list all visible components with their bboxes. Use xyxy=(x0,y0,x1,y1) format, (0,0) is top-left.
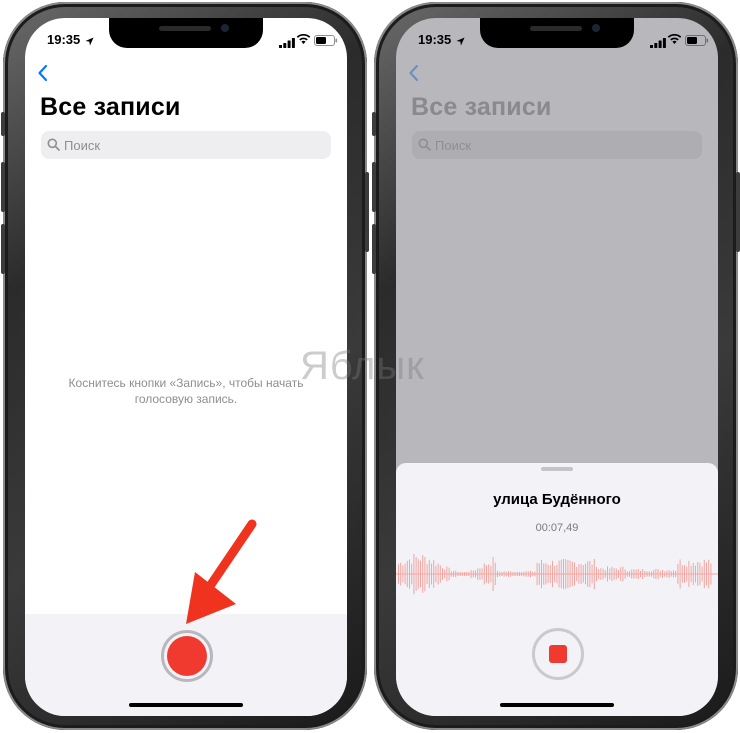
red-arrow-icon xyxy=(168,512,268,637)
location-arrow-icon xyxy=(85,33,94,51)
cellular-signal-icon xyxy=(279,35,295,53)
volume-up-button xyxy=(372,162,376,212)
speaker-grille xyxy=(159,26,211,31)
side-button xyxy=(365,172,369,252)
sheet-grabber[interactable] xyxy=(541,467,573,471)
location-arrow-icon xyxy=(456,33,465,51)
home-indicator[interactable] xyxy=(500,703,614,707)
search-placeholder: Поиск xyxy=(435,138,472,153)
status-time: 19:35 xyxy=(47,32,81,47)
volume-up-button xyxy=(1,162,5,212)
page-title: Все записи xyxy=(40,93,181,121)
waveform xyxy=(396,554,718,595)
notch xyxy=(480,18,634,48)
volume-down-button xyxy=(1,224,5,274)
search-placeholder: Поиск xyxy=(64,138,101,153)
back-chevron-icon[interactable] xyxy=(37,64,49,87)
home-indicator[interactable] xyxy=(129,703,243,707)
status-time: 19:35 xyxy=(418,32,452,47)
search-field[interactable]: Поиск xyxy=(41,131,331,159)
stop-square-icon xyxy=(549,645,567,663)
recording-timer: 00:07,49 xyxy=(535,522,579,534)
wifi-icon xyxy=(667,32,682,50)
phone-frame-right: 19:35 Все записи Поиск улица Будённого 0… xyxy=(372,2,740,730)
empty-hint-line-2: голосовую запись. xyxy=(134,392,238,406)
notch xyxy=(109,18,263,48)
front-camera xyxy=(221,24,229,32)
back-chevron-icon[interactable] xyxy=(408,64,420,87)
volume-down-button xyxy=(372,224,376,274)
front-camera xyxy=(592,24,600,32)
screen-right: 19:35 Все записи Поиск улица Будённого 0… xyxy=(396,18,718,716)
cellular-signal-icon xyxy=(650,35,666,53)
record-button[interactable] xyxy=(161,630,213,682)
mute-switch xyxy=(1,112,5,136)
speaker-grille xyxy=(530,26,582,31)
empty-state-hint: Коснитесь кнопки «Запись», чтобы начать … xyxy=(45,375,327,407)
watermark: Яблык xyxy=(300,344,425,388)
recording-name: улица Будённого xyxy=(493,491,621,508)
side-button xyxy=(736,172,740,252)
search-field[interactable]: Поиск xyxy=(412,131,702,159)
page-title: Все записи xyxy=(411,93,552,121)
mute-switch xyxy=(372,112,376,136)
record-circle-icon xyxy=(167,636,207,676)
battery-icon xyxy=(685,33,709,51)
empty-hint-line-1: Коснитесь кнопки «Запись», чтобы начать xyxy=(68,376,304,390)
recording-sheet: улица Будённого 00:07,49 xyxy=(396,463,718,716)
stop-button[interactable] xyxy=(532,628,584,680)
search-icon xyxy=(418,138,431,156)
search-icon xyxy=(47,138,60,156)
wifi-icon xyxy=(296,32,311,50)
battery-icon xyxy=(314,33,338,51)
